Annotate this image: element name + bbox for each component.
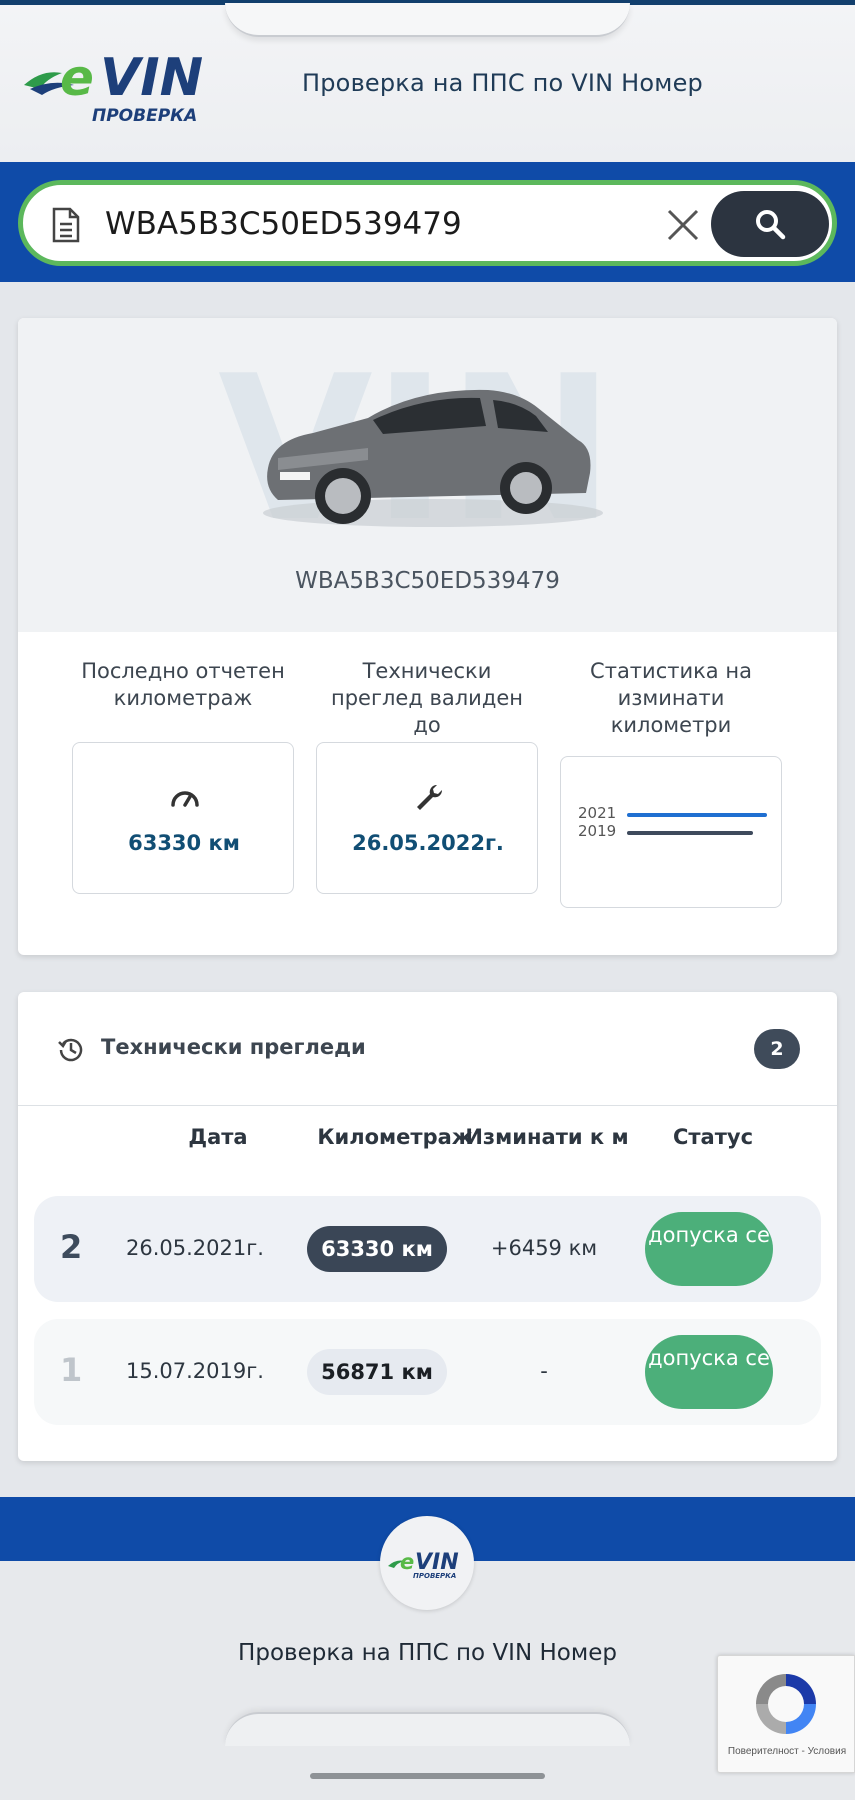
search-band [0, 162, 855, 282]
search-box[interactable] [18, 180, 837, 266]
svg-text:e: e [60, 49, 94, 107]
row-number: 1 [60, 1351, 83, 1389]
recaptcha-badge[interactable]: Поверителност - Условия [717, 1655, 855, 1773]
col-traveled: Изминати к м [465, 1125, 629, 1149]
car-image: VIN [218, 348, 615, 558]
chart-tick-label: 2021 [578, 804, 617, 822]
row-date: 26.05.2021г. [126, 1236, 264, 1260]
chart-bar [627, 813, 767, 817]
evin-logo-small: e VIN ПРОВЕРКА [388, 1550, 459, 1580]
svg-text:e: e [400, 1550, 414, 1574]
speedometer-icon [171, 791, 199, 807]
svg-text:VIN: VIN [100, 48, 203, 108]
svg-text:ПРОВЕРКА: ПРОВЕРКА [92, 106, 197, 126]
wrench-icon [417, 784, 443, 810]
search-button[interactable] [711, 191, 829, 257]
chart-label: Статистика на изминати километри [590, 659, 752, 737]
table-row[interactable]: 2 26.05.2021г. 63330 км +6459 км допуска… [34, 1196, 821, 1302]
vehicle-vin: WBA5B3C50ED539479 [295, 568, 560, 594]
mileage-box: 63330 км [72, 742, 294, 894]
status-badge: допуска се [645, 1335, 773, 1409]
vin-search-input[interactable] [105, 199, 645, 249]
search-icon [756, 210, 786, 240]
row-mileage: 63330 км [307, 1226, 447, 1272]
mileage-label: Последно отчетен километраж [81, 659, 285, 710]
row-traveled: +6459 км [490, 1236, 598, 1260]
inspection-stat: Технически преглед валиден до 26.05.2022… [316, 658, 538, 894]
km-chart: 2021 2019 [560, 756, 782, 908]
clear-button[interactable] [663, 205, 703, 245]
evin-logo[interactable]: e VIN ПРОВЕРКА [22, 43, 272, 128]
footer-notch [225, 1712, 630, 1746]
recaptcha-links[interactable]: Поверителност - Условия [718, 1746, 855, 1757]
header: e VIN ПРОВЕРКА Проверка на ППС по VIN Но… [0, 3, 855, 162]
header-title: Проверка на ППС по VIN Номер [302, 69, 703, 97]
vehicle-card: VIN WBA5B3C50ED539479 Последно отчетен к… [18, 318, 837, 955]
document-icon [52, 207, 80, 243]
inspections-title: Технически прегледи [101, 1035, 366, 1059]
chart-tick-label: 2019 [578, 822, 617, 840]
header-notch [225, 3, 630, 37]
history-icon [58, 1038, 83, 1062]
close-icon [667, 209, 699, 241]
svg-text:ПРОВЕРКА: ПРОВЕРКА [413, 1572, 456, 1580]
inspection-value: 26.05.2022г. [352, 831, 504, 855]
row-date: 15.07.2019г. [126, 1359, 264, 1383]
vehicle-hero: VIN WBA5B3C50ED539479 [18, 318, 837, 632]
row-number: 2 [60, 1228, 83, 1266]
inspections-header: Технически прегледи 2 [18, 992, 837, 1106]
recaptcha-icon [756, 1674, 816, 1734]
col-status: Статус [672, 1125, 754, 1149]
mileage-stat: Последно отчетен километраж 63330 км [72, 658, 294, 894]
km-chart-stat: Статистика на изминати километри 2021 201… [560, 658, 782, 908]
chart-bar [627, 831, 753, 835]
inspections-card: Технически прегледи 2 Дата Километраж Из… [18, 992, 837, 1461]
status-badge: допуска се [645, 1212, 773, 1286]
inspection-label: Технически преглед валиден до [330, 659, 524, 737]
mileage-value: 63330 км [128, 831, 240, 855]
row-traveled: - [540, 1359, 548, 1383]
col-date: Дата [188, 1125, 248, 1149]
inspections-count-badge: 2 [754, 1029, 800, 1069]
table-row[interactable]: 1 15.07.2019г. 56871 км - допуска се [34, 1319, 821, 1425]
footer-logo[interactable]: e VIN ПРОВЕРКА [380, 1516, 474, 1610]
row-mileage: 56871 км [307, 1349, 447, 1395]
inspection-box: 26.05.2022г. [316, 742, 538, 894]
home-indicator[interactable] [310, 1773, 545, 1779]
